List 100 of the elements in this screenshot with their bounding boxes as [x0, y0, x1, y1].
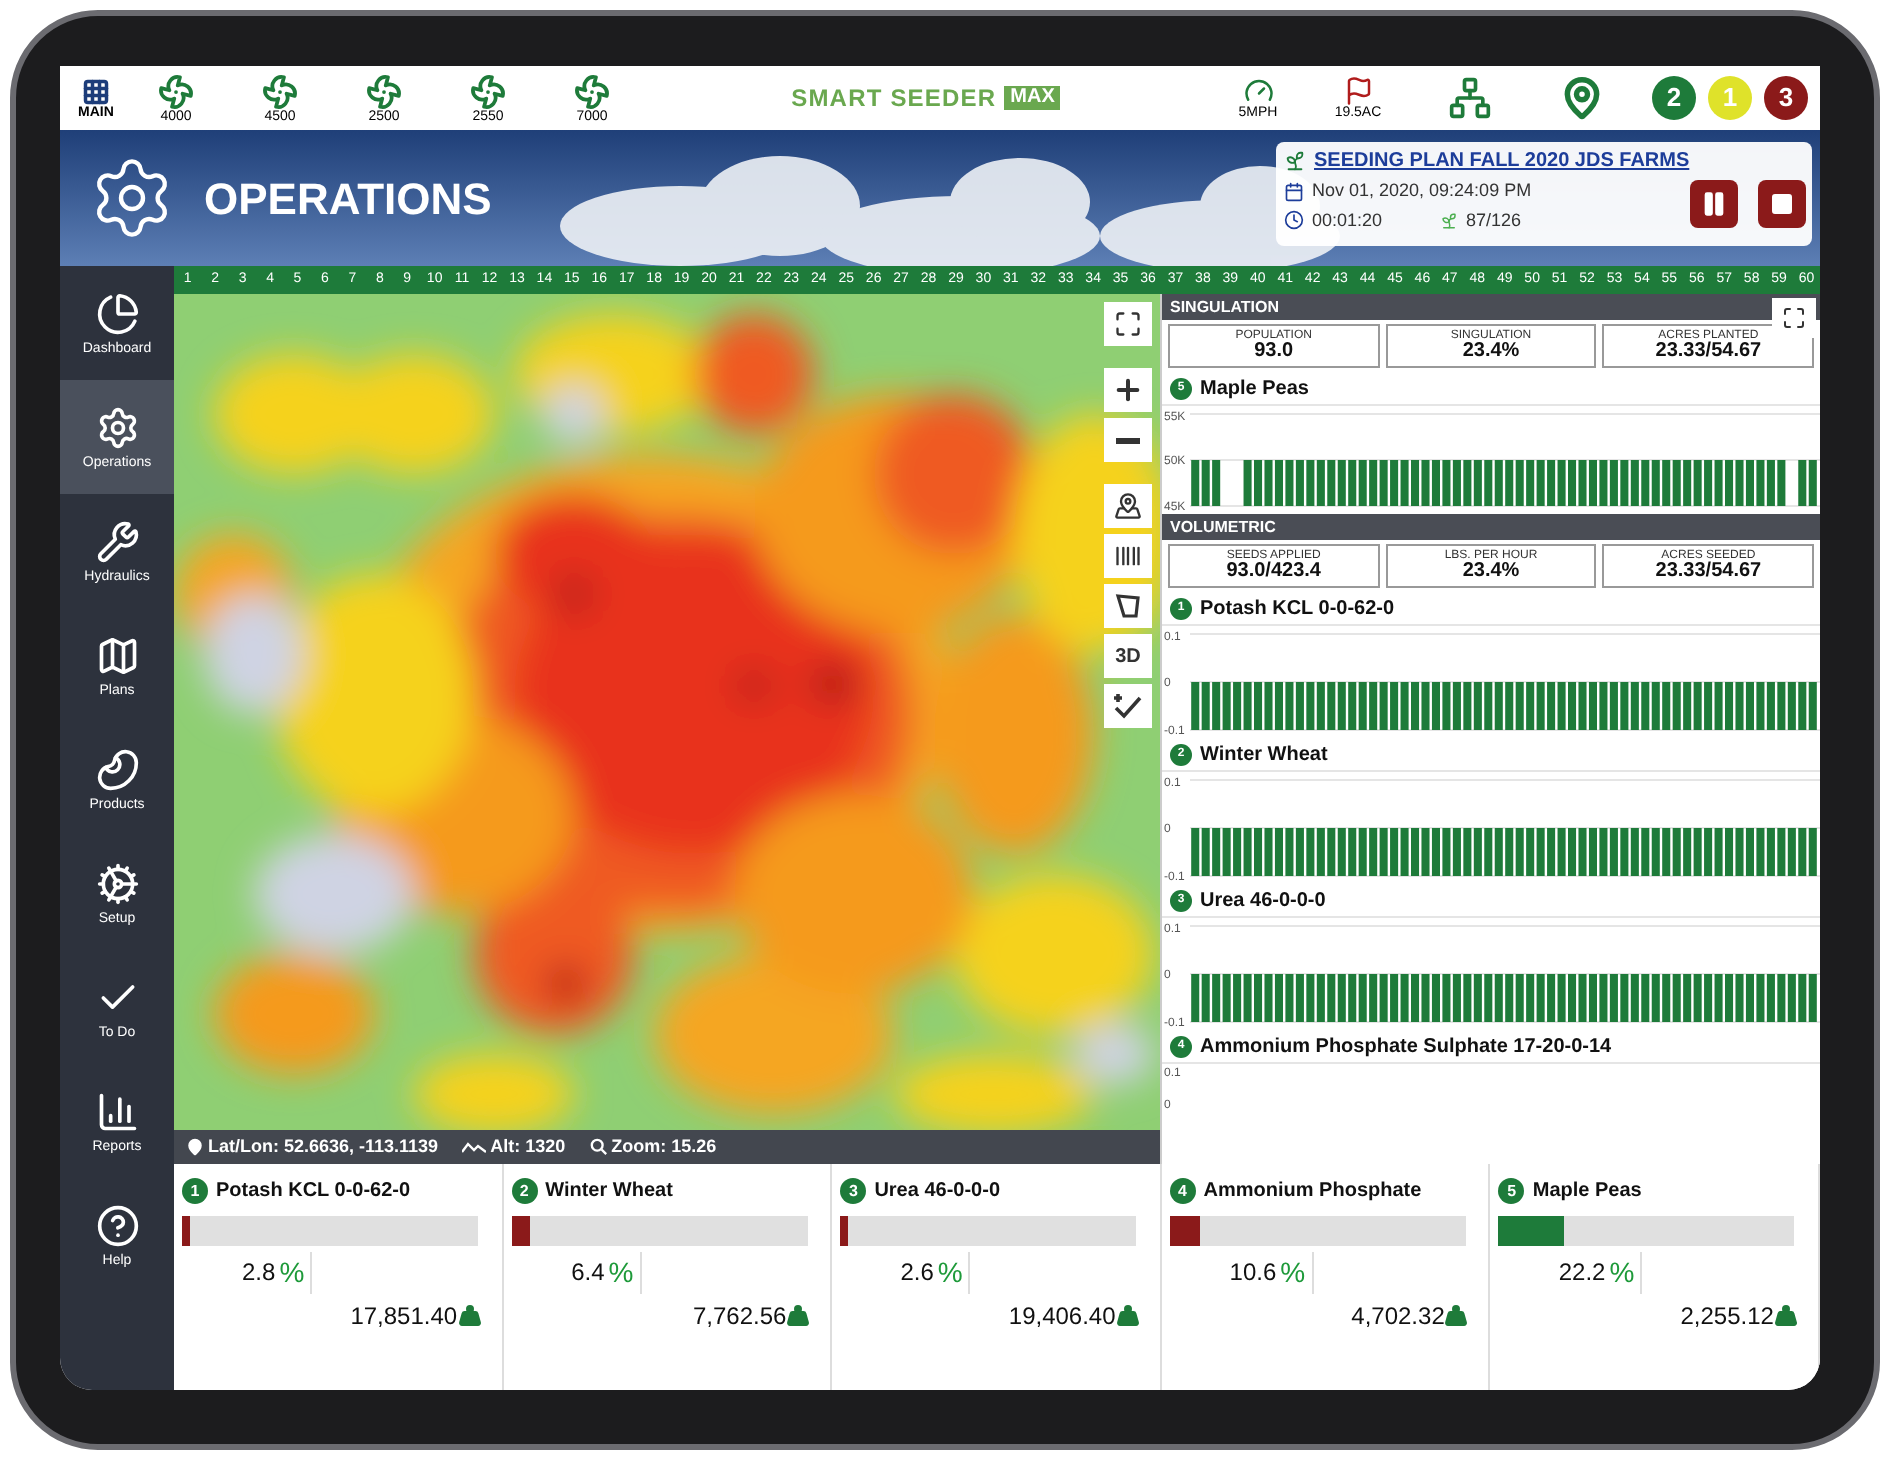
weight-icon: [1115, 1304, 1140, 1328]
fan-icon: [574, 73, 610, 109]
percent-value: 6.4: [571, 1256, 605, 1290]
pin-icon: [186, 1138, 204, 1156]
fullscreen-button[interactable]: [1104, 302, 1152, 346]
product-name: Winter Wheat: [545, 1178, 673, 1206]
amount-value: 19,406.40: [1008, 1300, 1116, 1334]
plan-title-link[interactable]: SEEDING PLAN FALL 2020 JDS FARMS: [1314, 146, 1690, 176]
layers-button[interactable]: [1104, 484, 1152, 528]
weight-icon: [786, 1304, 811, 1328]
fan-icon: [470, 73, 506, 109]
gear-icon: [95, 405, 139, 449]
stat-value: 23.4%: [1462, 342, 1520, 362]
altitude-reading: Alt: 1320: [490, 1133, 566, 1160]
stop-button[interactable]: [1757, 180, 1806, 228]
product-name: Maple Peas: [1200, 375, 1309, 403]
page-title: OPERATIONS: [204, 171, 492, 227]
stat-value: 23.33/54.67: [1655, 342, 1762, 362]
gauge-icon: [1243, 76, 1273, 106]
bar-chart-icon: [95, 1089, 139, 1133]
zoom-in-button[interactable]: [1104, 368, 1152, 412]
zoom-out-button[interactable]: [1104, 418, 1152, 462]
clock-icon: [1284, 210, 1304, 231]
weight-icon: [457, 1304, 482, 1328]
product-name: Winter Wheat: [1200, 741, 1328, 769]
amount-value: 7,762.56: [692, 1300, 787, 1334]
section-title: VOLUMETRIC: [1170, 515, 1276, 539]
product-number-badge: 3: [840, 1178, 867, 1204]
amount-value: 2,255.12: [1680, 1300, 1774, 1334]
percent-sign: %: [937, 1251, 971, 1293]
wrench-icon: [95, 519, 139, 563]
seeds-icon: [95, 747, 139, 791]
polygon-icon: [1114, 592, 1142, 620]
check-button[interactable]: [1104, 684, 1152, 728]
percent-value: 10.6: [1229, 1256, 1277, 1290]
stat-value: 23.33/54.67: [1655, 562, 1762, 582]
logo-text: SMART SEEDER: [791, 82, 997, 116]
altitude-icon: [462, 1141, 487, 1153]
logo-badge: MAX: [1004, 85, 1061, 111]
product-name: Potash KCL 0-0-62-0: [216, 1178, 411, 1206]
settings-icon: [95, 861, 139, 905]
percent-sign: %: [1609, 1251, 1643, 1293]
amount-value: 4,702.32: [1351, 1300, 1445, 1334]
fan-icon: [158, 73, 194, 109]
check-plus-icon: [1112, 690, 1144, 722]
product-name: Urea 46-0-0-0: [874, 1178, 1000, 1206]
calendar-icon: [1284, 181, 1304, 202]
stat-value: 93.0/423.4: [1226, 562, 1321, 582]
rows-count: 87/126: [1466, 207, 1522, 233]
polygon-button[interactable]: [1104, 584, 1152, 628]
amount-value: 17,851.40: [350, 1300, 458, 1334]
percent-value: 2.8: [242, 1256, 276, 1290]
search-icon: [589, 1138, 608, 1156]
alert-count-badge[interactable]: 2: [1652, 76, 1696, 120]
product-name: Urea 46-0-0-0: [1200, 887, 1326, 915]
stat-value: 23.4%: [1462, 562, 1520, 582]
map-icon: [95, 633, 139, 677]
percent-sign: %: [608, 1251, 642, 1293]
seed-icon: [1440, 211, 1458, 230]
weight-icon: [1444, 1304, 1469, 1328]
lat-lon-reading: Lat/Lon: 52.6636, -113.1139: [208, 1133, 439, 1160]
zoom-in-icon: [1112, 374, 1144, 406]
barcode-button[interactable]: [1104, 534, 1152, 578]
percent-value: 22.2: [1558, 1256, 1606, 1290]
fullscreen-button[interactable]: [1772, 297, 1816, 337]
barcode-icon: [1114, 542, 1142, 570]
plan-datetime: Nov 01, 2020, 09:24:09 PM: [1312, 178, 1532, 204]
zoom-reading: Zoom: 15.26: [611, 1133, 717, 1160]
zoom-out-icon: [1116, 437, 1140, 443]
alert-count-badge[interactable]: 3: [1764, 76, 1808, 120]
pause-icon: [1699, 190, 1728, 218]
weight-icon: [1773, 1304, 1798, 1328]
flag-icon: [1343, 76, 1373, 106]
stop-icon: [1769, 192, 1794, 216]
product-number-badge: 2: [511, 1178, 538, 1204]
product-name: Ammonium Phosphate: [1203, 1178, 1422, 1206]
network-icon[interactable]: [1448, 76, 1492, 120]
map-pin-icon[interactable]: [1560, 76, 1604, 120]
section-title: SINGULATION: [1170, 295, 1280, 319]
product-number-badge: 4: [1169, 1178, 1196, 1204]
stat-value: 93.0: [1254, 342, 1294, 362]
product-name: Potash KCL 0-0-62-0: [1200, 595, 1395, 623]
pause-button[interactable]: [1689, 180, 1738, 228]
3d-view-button[interactable]: 3D: [1104, 634, 1152, 678]
product-number-badge: 1: [182, 1178, 208, 1204]
percent-value: 2.6: [900, 1256, 934, 1290]
percent-sign: %: [279, 1251, 313, 1293]
product-number-badge: 5: [1498, 1178, 1525, 1204]
fan-icon: [366, 73, 402, 109]
help-icon: [95, 1203, 139, 1247]
percent-sign: %: [1280, 1251, 1314, 1293]
fullscreen-icon: [1114, 310, 1142, 338]
map-layers-icon: [1114, 492, 1142, 520]
fullscreen-icon: [1782, 305, 1806, 329]
product-name: Maple Peas: [1532, 1178, 1642, 1206]
pie-chart-icon: [95, 291, 139, 335]
product-name: Ammonium Phosphate Sulphate 17-20-0-14: [1200, 1033, 1612, 1061]
sprout-icon: [1284, 150, 1306, 172]
elapsed-time: 00:01:20: [1312, 207, 1385, 233]
fan-icon: [262, 73, 298, 109]
